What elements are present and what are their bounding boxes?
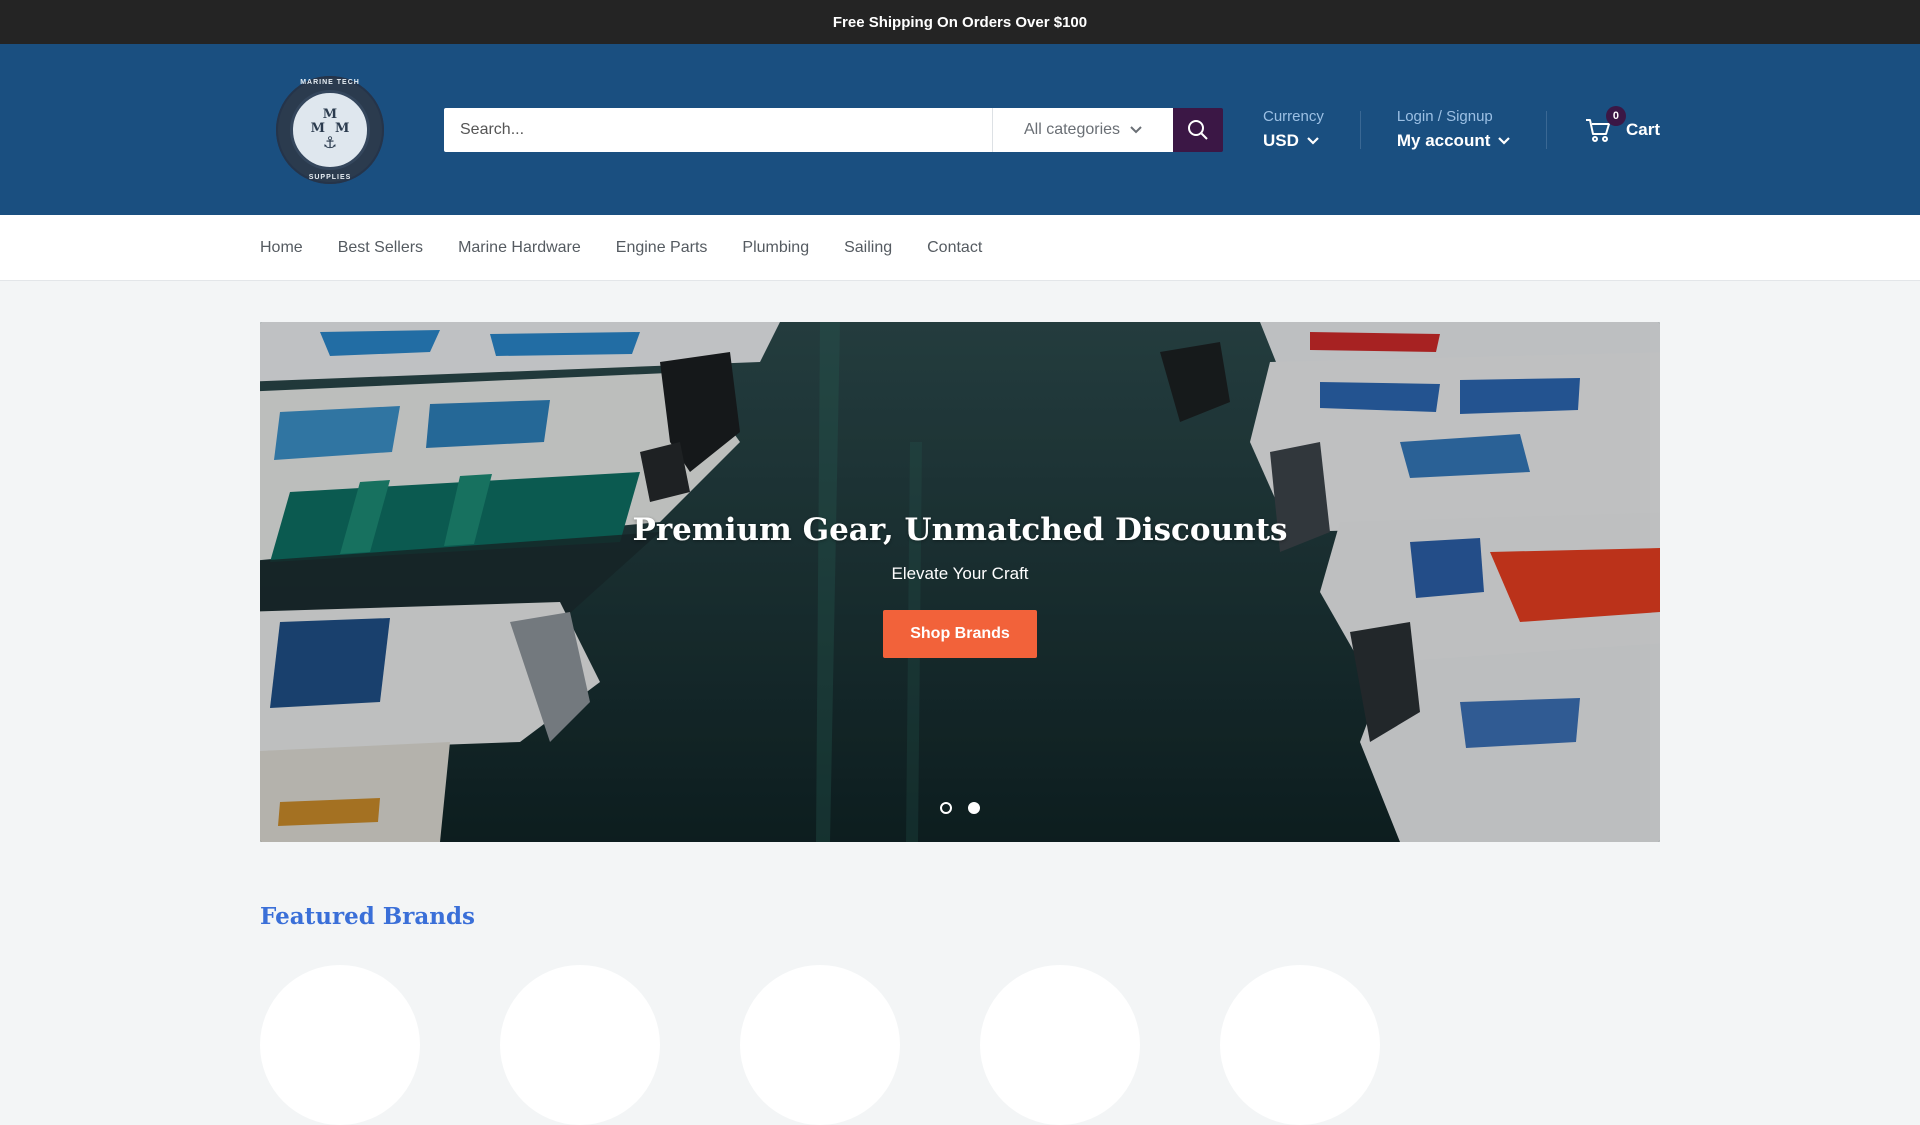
- login-signup-link[interactable]: Login / Signup: [1397, 108, 1511, 125]
- logo-bottom-text: SUPPLIES: [308, 173, 352, 181]
- hero-slideshow: Premium Gear, Unmatched Discounts Elevat…: [260, 322, 1660, 842]
- logo-mark-top: M: [322, 106, 338, 122]
- nav-item-sailing[interactable]: Sailing: [844, 239, 892, 257]
- search-button[interactable]: [1173, 107, 1223, 152]
- announcement-text: Free Shipping On Orders Over $100: [832, 13, 1088, 31]
- logo-mark-right: M: [335, 120, 350, 136]
- cart-label: Cart: [1625, 119, 1660, 139]
- my-account-toggle[interactable]: My account: [1397, 131, 1511, 151]
- chevron-down-icon: [1307, 137, 1319, 145]
- slide-dot-1[interactable]: [940, 802, 952, 814]
- my-account-label: My account: [1396, 131, 1491, 150]
- hero-content: Premium Gear, Unmatched Discounts Elevat…: [260, 512, 1660, 658]
- site-header: MARINE TECH M M M ⚓ SUPPLIES All categor…: [0, 44, 1920, 215]
- currency-selector[interactable]: Currency USD: [1263, 108, 1324, 151]
- brand-card[interactable]: [500, 965, 660, 1125]
- nav-item-marine-hardware[interactable]: Marine Hardware: [458, 239, 581, 257]
- nav-item-best-sellers[interactable]: Best Sellers: [338, 239, 423, 257]
- brand-card[interactable]: [1220, 965, 1380, 1125]
- search-bar: All categories: [444, 107, 1223, 152]
- slide-dot-2[interactable]: [968, 802, 980, 814]
- currency-code: USD: [1263, 131, 1299, 150]
- header-divider: [1359, 110, 1361, 149]
- cart-count-badge: 0: [1605, 105, 1626, 126]
- category-select-label: All categories: [1023, 120, 1121, 138]
- slide-dots: [260, 802, 1660, 814]
- nav-item-plumbing[interactable]: Plumbing: [742, 239, 809, 257]
- account-menu[interactable]: Login / Signup My account: [1397, 108, 1511, 151]
- chevron-down-icon: [1130, 125, 1142, 133]
- logo-top-text: MARINE TECH: [300, 78, 360, 86]
- shop-brands-button[interactable]: Shop Brands: [883, 610, 1037, 658]
- brand-card[interactable]: [980, 965, 1140, 1125]
- cart-button[interactable]: 0 Cart: [1584, 105, 1660, 144]
- chevron-down-icon: [1498, 137, 1511, 145]
- brand-card[interactable]: [740, 965, 900, 1125]
- anchor-icon: ⚓: [322, 134, 338, 152]
- nav-item-home[interactable]: Home: [260, 239, 303, 257]
- cart-icon: 0: [1584, 105, 1626, 144]
- main-navigation: Home Best Sellers Marine Hardware Engine…: [0, 215, 1920, 281]
- category-select[interactable]: All categories: [992, 107, 1173, 152]
- featured-brands-title: Featured Brands: [260, 903, 476, 930]
- logo-mark-left: M: [310, 120, 325, 136]
- logo-emblem: MARINE TECH M M M ⚓ SUPPLIES: [290, 79, 370, 181]
- currency-value: USD: [1263, 131, 1324, 151]
- currency-label: Currency: [1263, 108, 1324, 125]
- nav-item-engine-parts[interactable]: Engine Parts: [616, 239, 708, 257]
- featured-brands-list: [260, 965, 1380, 1125]
- brand-card[interactable]: [260, 965, 420, 1125]
- hero-subtitle: Elevate Your Craft: [891, 564, 1029, 583]
- hero-title: Premium Gear, Unmatched Discounts: [632, 512, 1288, 548]
- header-divider: [1546, 110, 1548, 149]
- search-icon: [1188, 119, 1208, 140]
- logo-mark-row: M M: [310, 120, 350, 136]
- store-logo[interactable]: MARINE TECH M M M ⚓ SUPPLIES: [276, 75, 384, 184]
- nav-item-contact[interactable]: Contact: [927, 239, 982, 257]
- search-input[interactable]: [444, 107, 992, 152]
- announcement-bar: Free Shipping On Orders Over $100: [0, 0, 1920, 44]
